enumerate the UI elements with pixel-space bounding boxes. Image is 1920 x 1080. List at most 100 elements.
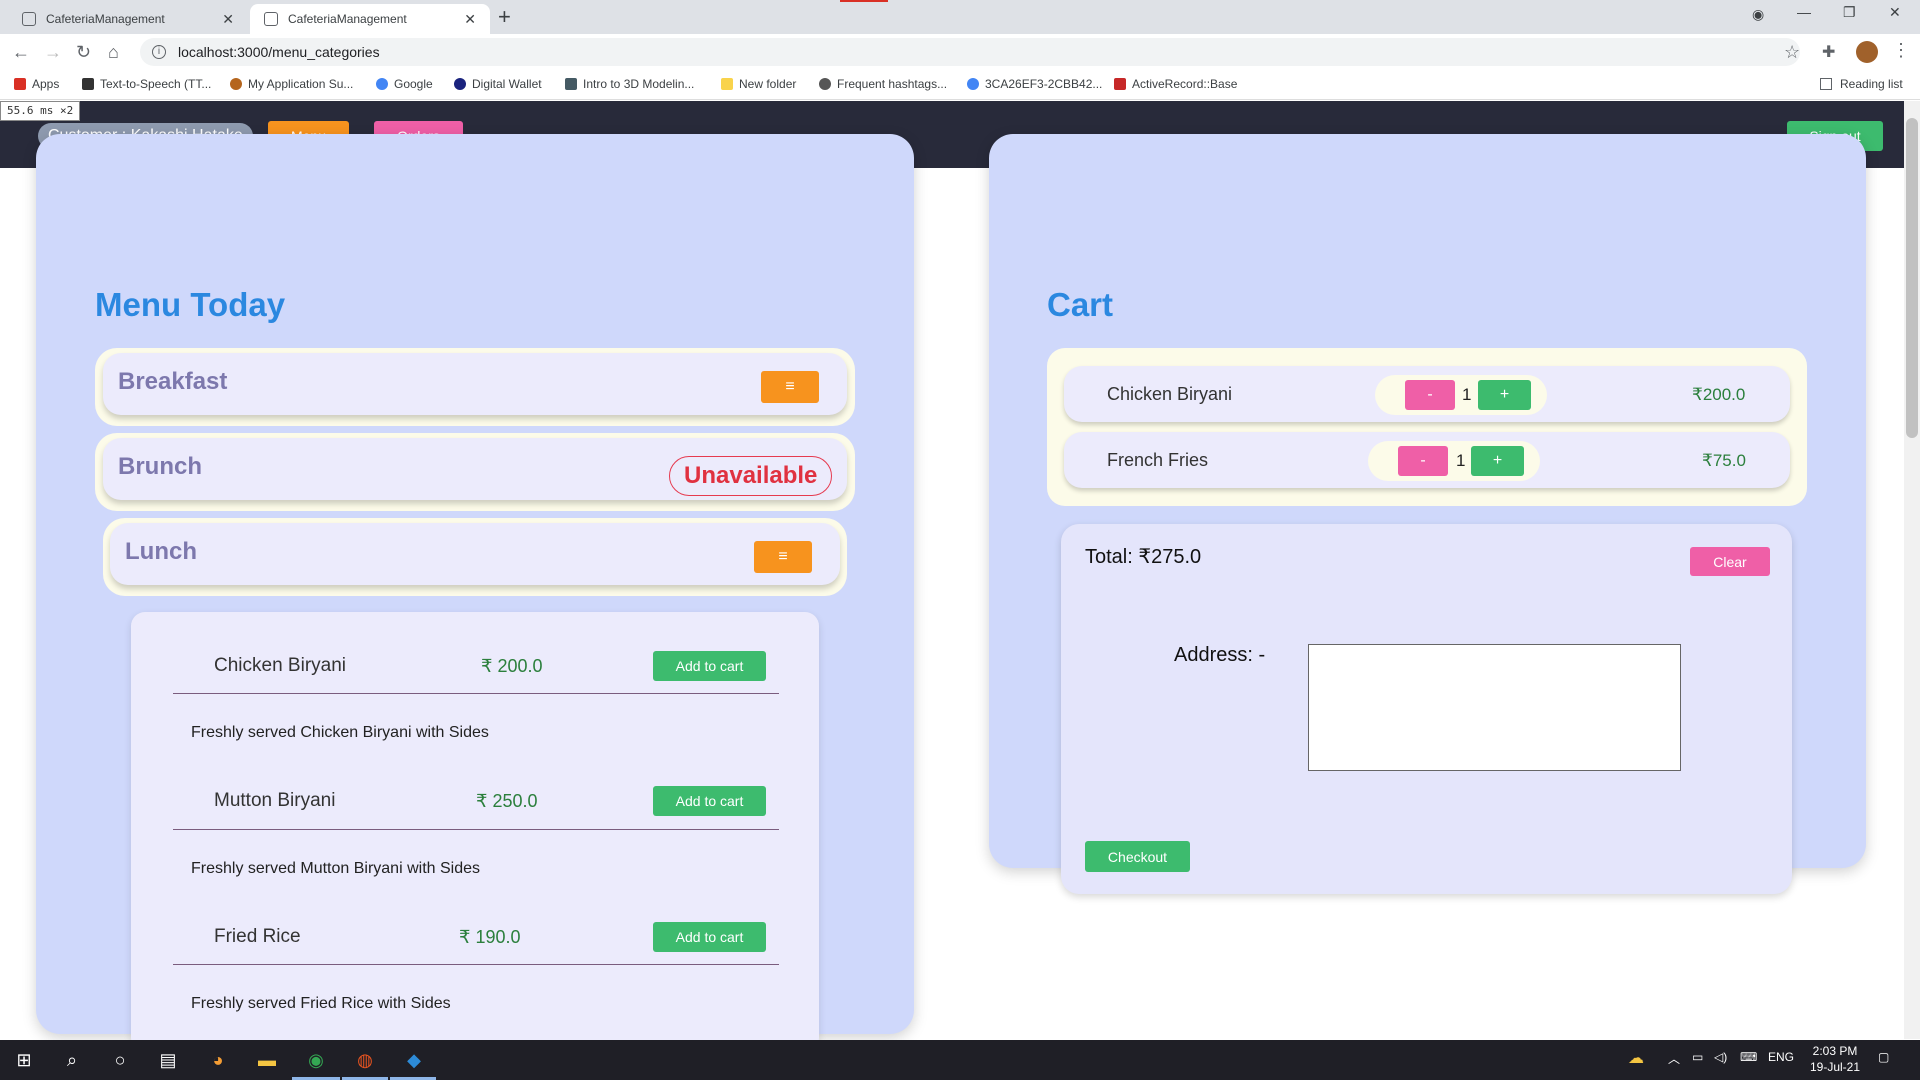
close-tab-icon[interactable]: ✕ — [464, 11, 476, 28]
bookmark-hashtags[interactable]: Frequent hashtags... — [819, 77, 947, 91]
hashtag-icon — [819, 78, 831, 90]
bookmark-application[interactable]: My Application Su... — [230, 77, 353, 91]
decrease-quantity-button[interactable]: - — [1405, 380, 1455, 410]
reading-list-button[interactable]: Reading list — [1820, 77, 1903, 91]
ubuntu-icon[interactable]: ◍ — [353, 1048, 377, 1072]
windows-start-icon[interactable]: ⊞ — [12, 1048, 36, 1072]
bookmark-label: Frequent hashtags... — [837, 77, 948, 91]
bookmark-activerecord[interactable]: ActiveRecord::Base — [1114, 77, 1237, 91]
menu-item-price: ₹ 190.0 — [459, 927, 521, 947]
close-tab-icon[interactable]: ✕ — [222, 11, 234, 28]
weather-icon[interactable]: ☁ — [1628, 1048, 1644, 1068]
cart-item-name: Chicken Biryani — [1107, 384, 1233, 404]
menu-item-price: ₹ 250.0 — [476, 791, 538, 811]
network-icon[interactable]: ▭ — [1692, 1050, 1703, 1064]
home-icon[interactable]: ⌂ — [108, 42, 119, 63]
add-to-cart-button[interactable]: Add to cart — [653, 651, 766, 681]
rails-icon — [1114, 78, 1126, 90]
bookmark-tts[interactable]: Text-to-Speech (TT... — [82, 77, 211, 91]
reading-list-icon — [1820, 78, 1832, 90]
new-tab-button[interactable]: + — [498, 4, 511, 30]
search-icon[interactable]: ⌕ — [60, 1048, 84, 1072]
google-icon — [376, 78, 388, 90]
category-lunch[interactable] — [110, 523, 840, 585]
page-favicon-icon — [264, 12, 278, 26]
checkout-button[interactable]: Checkout — [1085, 841, 1190, 872]
expand-category-button[interactable]: ≡ — [761, 371, 819, 403]
vscode-icon[interactable]: ◆ — [402, 1048, 426, 1072]
bookmark-label: Text-to-Speech (TT... — [100, 77, 212, 91]
expand-category-button[interactable]: ≡ — [754, 541, 812, 573]
reload-icon[interactable]: ↻ — [76, 42, 91, 63]
cart-total: Total: ₹275.0 — [1085, 546, 1202, 568]
browser-tab-1[interactable]: CafeteriaManagement ✕ — [8, 4, 248, 34]
minimize-icon[interactable]: — — [1797, 4, 1811, 20]
add-to-cart-button[interactable]: Add to cart — [653, 922, 766, 952]
application-icon — [230, 78, 242, 90]
tab-title: CafeteriaManagement — [46, 12, 165, 26]
clock-date: 19-Jul-21 — [1810, 1060, 1861, 1074]
bookmark-wallet[interactable]: Digital Wallet — [454, 77, 542, 91]
bookmark-label: Apps — [32, 77, 60, 91]
extensions-puzzle-icon[interactable]: ✚ — [1822, 42, 1835, 62]
increase-quantity-button[interactable]: + — [1471, 446, 1524, 476]
bookmark-google[interactable]: Google — [376, 77, 433, 91]
system-clock[interactable]: 2:03 PM 19-Jul-21 — [1810, 1043, 1860, 1075]
menu-item-description: Freshly served Chicken Biryani with Side… — [191, 724, 489, 741]
tab-search-icon[interactable]: ◉ — [1752, 6, 1764, 23]
profile-avatar[interactable] — [1856, 41, 1878, 63]
bookmark-label: Digital Wallet — [472, 77, 542, 91]
file-explorer-icon[interactable]: ▬ — [255, 1048, 279, 1072]
quantity-value: 1 — [1462, 385, 1472, 404]
cart-item-price: ₹75.0 — [1702, 451, 1746, 470]
menu-item-price: ₹ 200.0 — [481, 656, 543, 676]
address-field[interactable] — [1308, 644, 1681, 771]
item-divider — [173, 964, 779, 965]
decrease-quantity-button[interactable]: - — [1398, 446, 1448, 476]
keyboard-icon[interactable]: ⌨ — [1740, 1050, 1757, 1064]
bookmark-label: 3CA26EF3-2CBB42... — [985, 77, 1103, 91]
menu-item-description: Freshly served Fried Rice with Sides — [191, 995, 451, 1012]
bookmark-label: New folder — [739, 77, 797, 91]
category-name: Breakfast — [118, 368, 228, 395]
bookmarks-bar: Apps Text-to-Speech (TT... My Applicatio… — [0, 70, 1920, 100]
bookmark-label: ActiveRecord::Base — [1132, 77, 1238, 91]
notifications-icon[interactable]: ▢ — [1878, 1050, 1889, 1064]
cortana-icon[interactable]: ○ — [108, 1048, 132, 1072]
bookmark-guid[interactable]: 3CA26EF3-2CBB42... — [967, 77, 1102, 91]
menu-item-description: Freshly served Mutton Biryani with Sides — [191, 860, 480, 877]
folder-icon — [721, 78, 733, 90]
address-bar[interactable]: i localhost:3000/menu_categories — [140, 38, 1800, 66]
category-name: Lunch — [125, 538, 197, 565]
blender-icon[interactable]: ◕ — [206, 1048, 230, 1072]
browser-tab-2[interactable]: CafeteriaManagement ✕ — [250, 4, 490, 34]
scrollbar-thumb[interactable] — [1906, 118, 1918, 438]
clock-time: 2:03 PM — [1812, 1044, 1858, 1058]
apps-grid-icon — [14, 78, 26, 90]
url-text: localhost:3000/menu_categories — [178, 44, 380, 60]
cart-item-price: ₹200.0 — [1692, 385, 1746, 404]
back-arrow-icon[interactable]: ← — [12, 42, 30, 63]
item-divider — [173, 693, 779, 694]
clear-cart-button[interactable]: Clear — [1690, 547, 1770, 576]
task-view-icon[interactable]: ▤ — [156, 1048, 180, 1072]
bookmark-star-icon[interactable]: ☆ — [1784, 42, 1800, 63]
bookmark-apps[interactable]: Apps — [14, 77, 59, 91]
bookmark-3d-modeling[interactable]: Intro to 3D Modelin... — [565, 77, 694, 91]
close-window-icon[interactable]: ✕ — [1889, 4, 1901, 21]
browser-menu-icon[interactable]: ⋮ — [1892, 40, 1910, 61]
performance-badge: 55.6 ms ×2 — [0, 101, 81, 121]
chrome-icon[interactable]: ◉ — [304, 1048, 328, 1072]
increase-quantity-button[interactable]: + — [1478, 380, 1531, 410]
site-info-icon[interactable]: i — [152, 45, 166, 59]
forward-arrow-icon[interactable]: → — [44, 42, 62, 63]
browser-tab-bar: CafeteriaManagement ✕ CafeteriaManagemen… — [0, 0, 1920, 34]
tray-chevron-icon[interactable]: ︿ — [1668, 1050, 1680, 1067]
bookmark-label: My Application Su... — [248, 77, 354, 91]
add-to-cart-button[interactable]: Add to cart — [653, 786, 766, 816]
restore-icon[interactable]: ❐ — [1843, 4, 1856, 21]
bookmark-label: Intro to 3D Modelin... — [583, 77, 695, 91]
bookmark-new-folder[interactable]: New folder — [721, 77, 796, 91]
volume-icon[interactable]: ◁) — [1714, 1050, 1727, 1064]
language-indicator[interactable]: ENG — [1768, 1050, 1794, 1064]
